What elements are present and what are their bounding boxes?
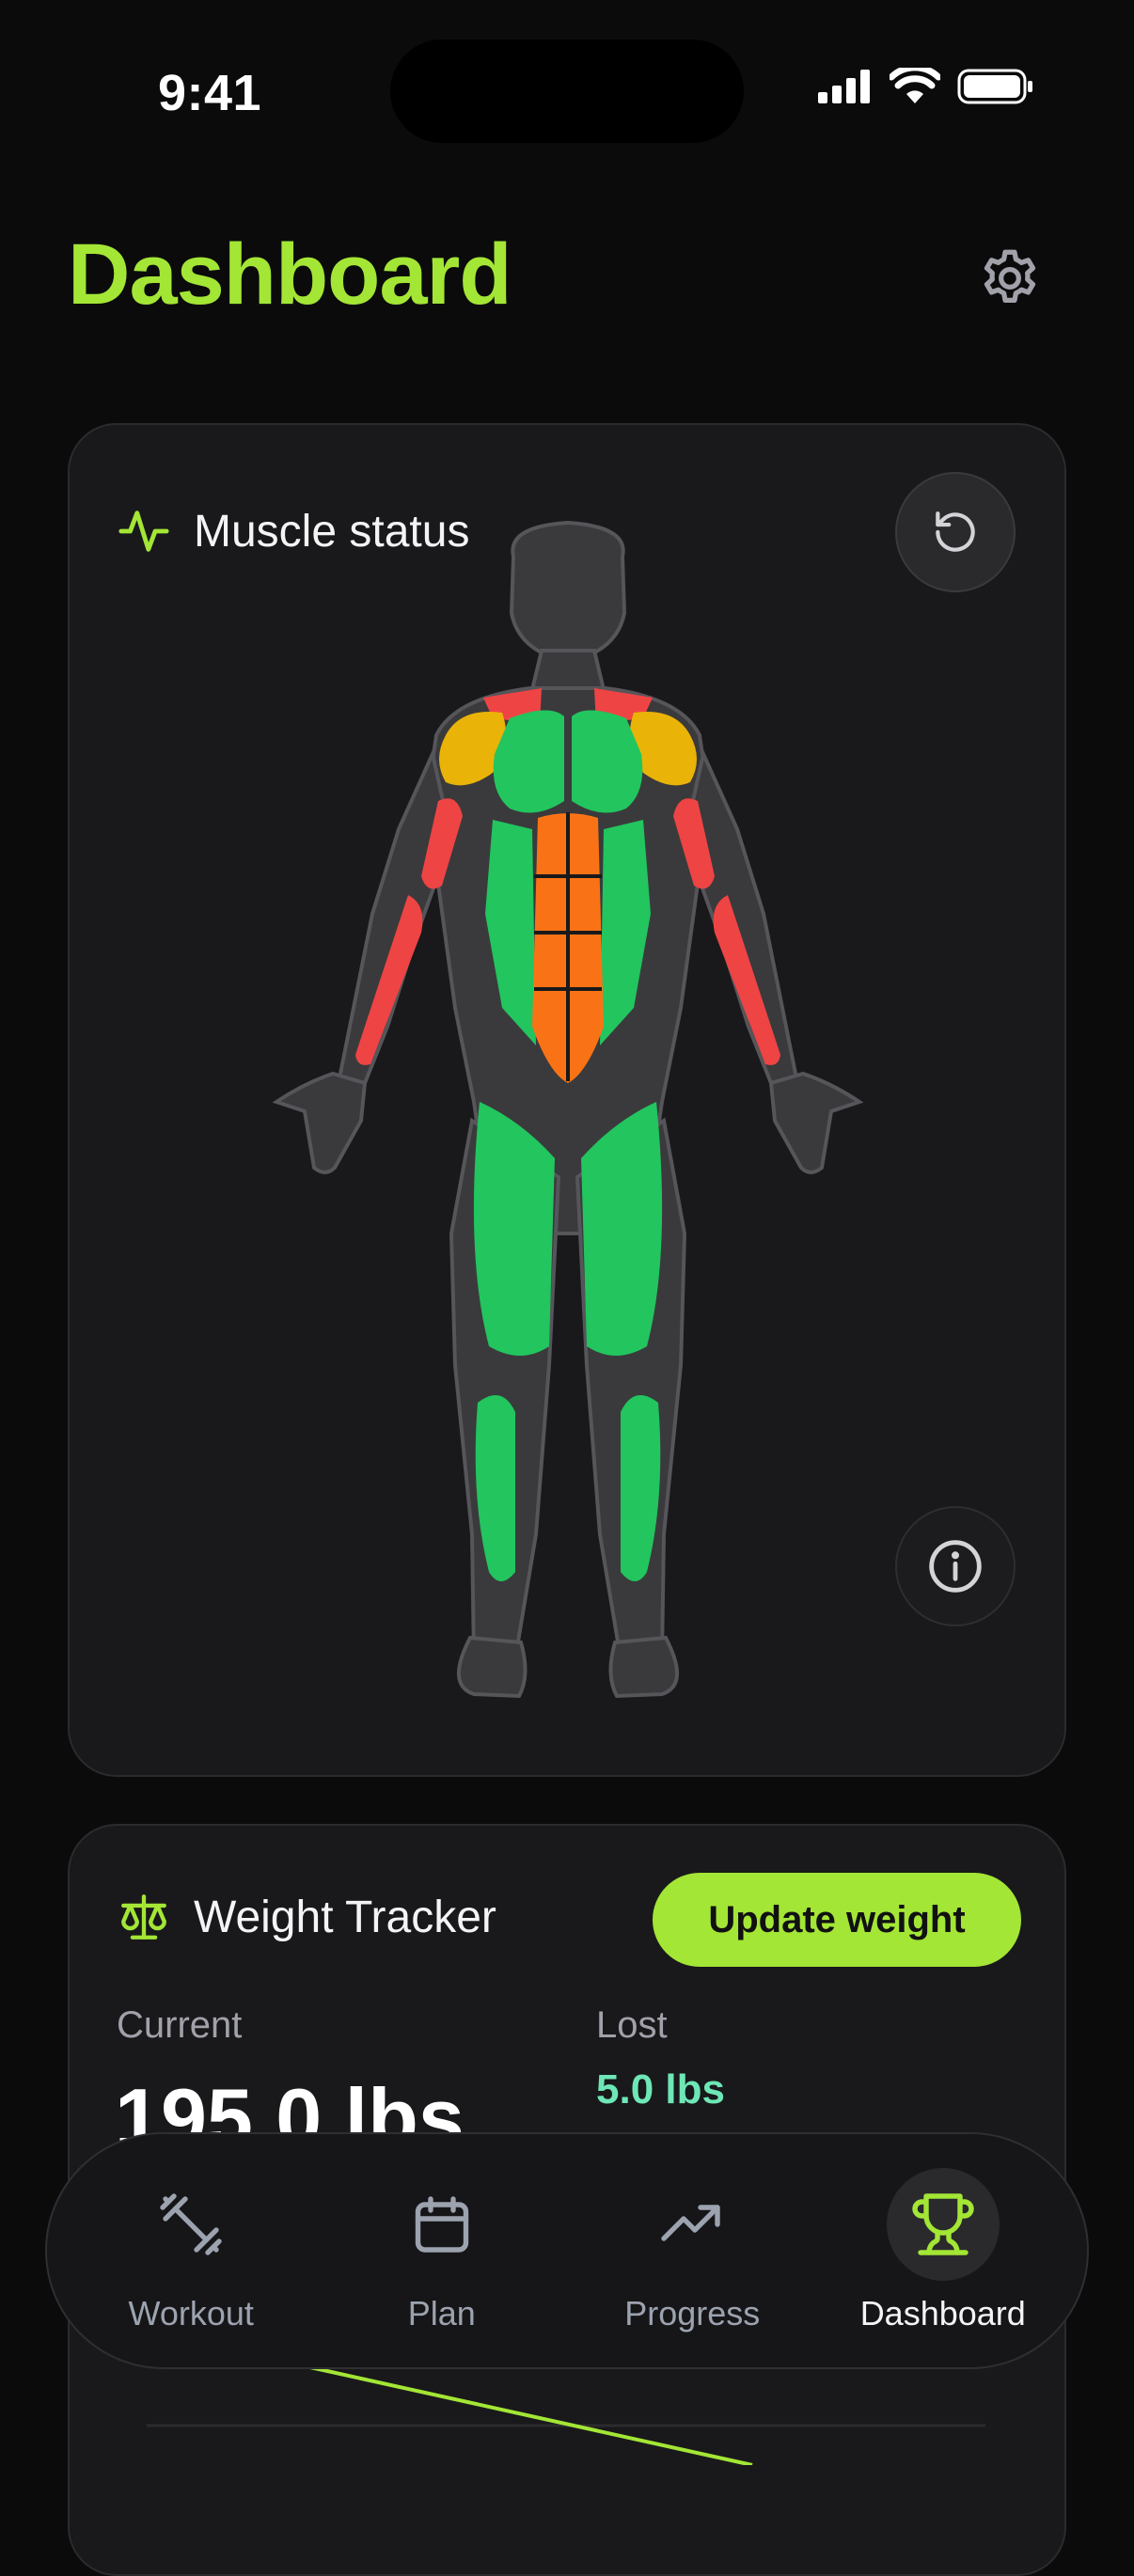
tab-plan-label: Plan xyxy=(407,2294,476,2333)
muscle-status-card: Muscle status xyxy=(68,423,1066,1777)
tab-dashboard-icon-wrap xyxy=(886,2168,1000,2281)
tab-progress-label: Progress xyxy=(624,2294,761,2333)
body-muscle-map[interactable] xyxy=(267,519,869,1722)
tab-plan-icon-wrap xyxy=(386,2168,498,2281)
rotate-ccw-icon xyxy=(936,511,975,552)
lost-weight-value: 5.0 lbs xyxy=(596,2066,725,2113)
tab-workout[interactable]: Workout xyxy=(73,2168,308,2333)
tab-workout-icon-wrap xyxy=(134,2168,247,2281)
current-label: Current xyxy=(117,2004,243,2046)
wifi-icon xyxy=(890,68,940,103)
head xyxy=(509,520,627,658)
gear-icon xyxy=(984,249,1036,303)
right-hand xyxy=(768,1071,864,1174)
update-weight-button[interactable]: Update weight xyxy=(653,1873,1021,1967)
info-button[interactable] xyxy=(895,1506,1016,1626)
reset-button[interactable] xyxy=(895,472,1016,592)
tab-plan[interactable]: Plan xyxy=(324,2168,559,2333)
status-time: 9:41 xyxy=(158,65,262,121)
trophy-icon xyxy=(912,2193,974,2255)
status-icons xyxy=(816,68,1034,105)
tab-progress[interactable]: Progress xyxy=(575,2168,810,2333)
calendar-icon xyxy=(415,2196,468,2253)
right-arm-outline xyxy=(682,747,800,1095)
info-icon xyxy=(929,1540,982,1593)
left-arm-outline xyxy=(336,747,454,1095)
signal-icon xyxy=(818,70,870,103)
settings-button[interactable] xyxy=(974,243,1046,314)
battery-icon xyxy=(957,69,1032,104)
right-foot xyxy=(608,1635,680,1699)
left-foot xyxy=(456,1635,528,1699)
weight-card-title: Weight Tracker xyxy=(194,1892,496,1942)
lost-label: Lost xyxy=(596,2004,668,2046)
page-title: Dashboard xyxy=(68,227,512,322)
left-hand xyxy=(272,1071,368,1174)
dynamic-island xyxy=(390,39,744,143)
weight-card-header: Weight Tracker xyxy=(117,1890,496,1944)
tab-dashboard[interactable]: Dashboard xyxy=(826,2168,1061,2333)
activity-icon xyxy=(118,510,169,552)
tab-dashboard-label: Dashboard xyxy=(859,2294,1026,2333)
scale-icon xyxy=(121,1894,166,1940)
tab-workout-label: Workout xyxy=(128,2294,254,2333)
bottom-tab-bar: Workout Plan Progress Dashboard xyxy=(45,2132,1089,2369)
tab-progress-icon-wrap xyxy=(636,2168,748,2281)
trending-up-icon xyxy=(661,2205,720,2241)
dumbbell-icon xyxy=(160,2193,222,2255)
